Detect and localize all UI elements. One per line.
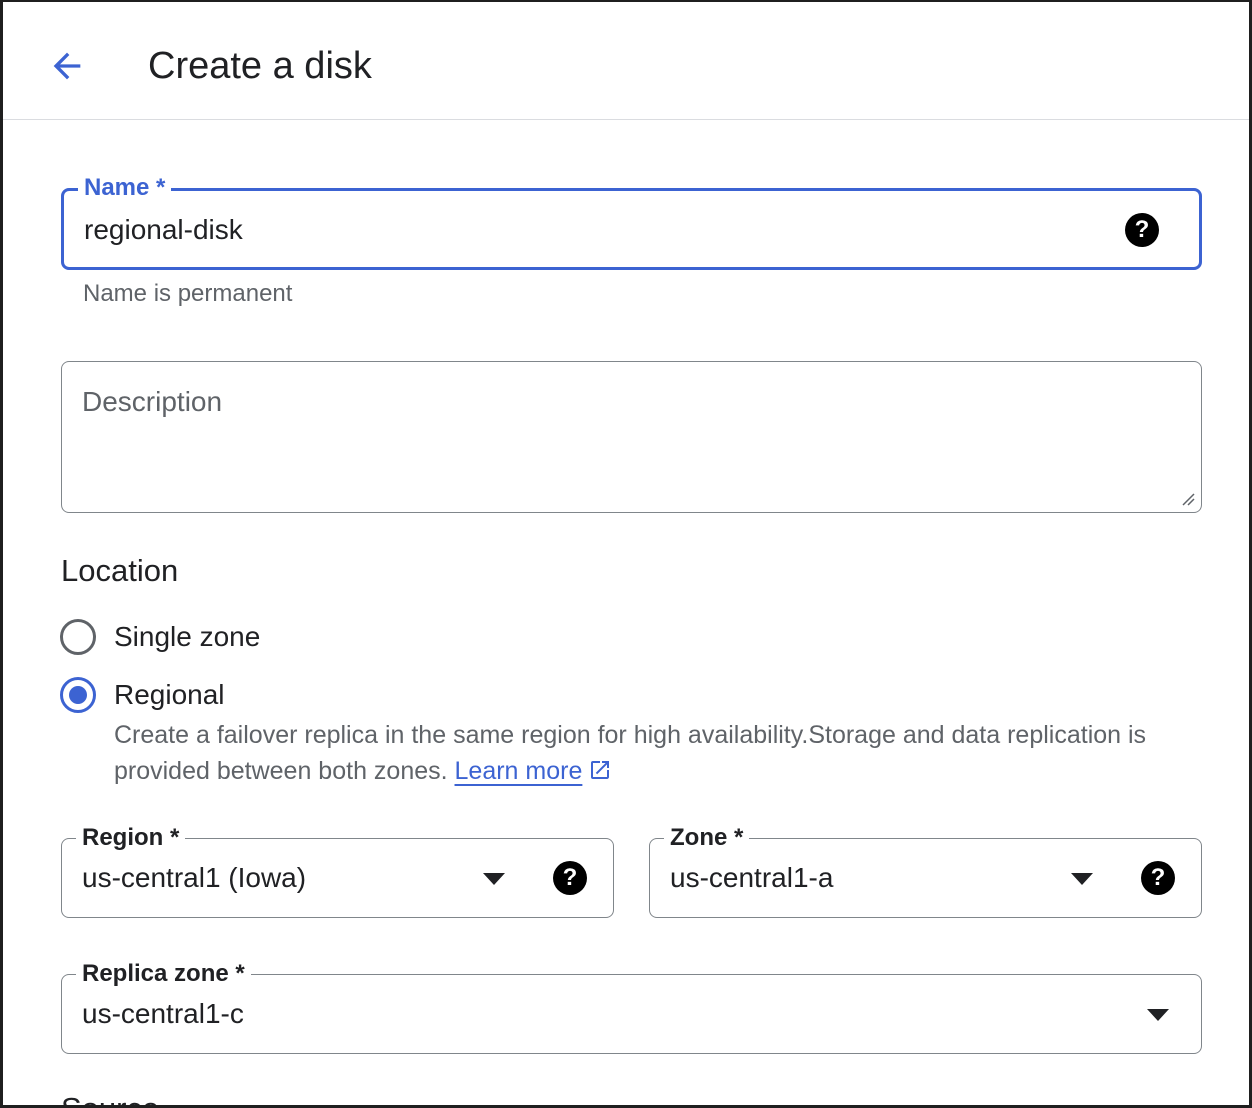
name-input-value[interactable]: regional-disk	[84, 213, 243, 247]
external-link-icon[interactable]	[588, 758, 612, 782]
region-select[interactable]: Region * us-central1 (Iowa) ?	[61, 824, 614, 918]
dropdown-arrow-icon[interactable]	[1147, 1009, 1169, 1021]
learn-more-link[interactable]: Learn more	[455, 757, 583, 785]
name-hint: Name is permanent	[83, 280, 293, 307]
zone-select[interactable]: Zone * us-central1-a ?	[649, 824, 1202, 918]
replica-zone-select[interactable]: Replica zone * us-central1-c	[61, 960, 1202, 1054]
name-field[interactable]: Name * regional-disk ?	[61, 174, 1202, 270]
region-label: Region *	[76, 824, 186, 852]
help-icon[interactable]: ?	[1125, 213, 1159, 247]
page-header: Create a disk	[3, 10, 1249, 120]
help-icon[interactable]: ?	[1141, 861, 1175, 895]
back-button[interactable]	[37, 36, 97, 96]
radio-regional-label[interactable]: Regional	[114, 678, 225, 712]
region-value[interactable]: us-central1 (Iowa)	[82, 861, 306, 895]
dropdown-arrow-icon[interactable]	[1071, 873, 1093, 885]
regional-description-text: Create a failover replica in the same re…	[114, 721, 1147, 785]
location-section-title: Location	[61, 553, 179, 588]
radio-single-zone[interactable]	[60, 619, 96, 655]
source-section-title: Source	[61, 1090, 159, 1105]
resize-handle-icon[interactable]	[1179, 490, 1195, 506]
replica-zone-value[interactable]: us-central1-c	[82, 997, 244, 1031]
help-icon[interactable]: ?	[553, 861, 587, 895]
description-field[interactable]: Description	[61, 361, 1202, 513]
create-disk-panel: Create a disk Name * regional-disk ? Nam…	[0, 0, 1252, 1108]
zone-label: Zone *	[664, 824, 750, 852]
radio-regional[interactable]	[60, 677, 96, 713]
page-title: Create a disk	[148, 45, 372, 87]
name-field-label: Name *	[78, 174, 172, 202]
description-placeholder: Description	[82, 386, 223, 417]
replica-zone-label: Replica zone *	[76, 960, 251, 988]
radio-single-zone-label[interactable]: Single zone	[114, 620, 260, 654]
zone-value[interactable]: us-central1-a	[670, 861, 833, 895]
dropdown-arrow-icon[interactable]	[483, 873, 505, 885]
regional-description: Create a failover replica in the same re…	[114, 717, 1204, 789]
arrow-back-icon	[53, 52, 81, 80]
